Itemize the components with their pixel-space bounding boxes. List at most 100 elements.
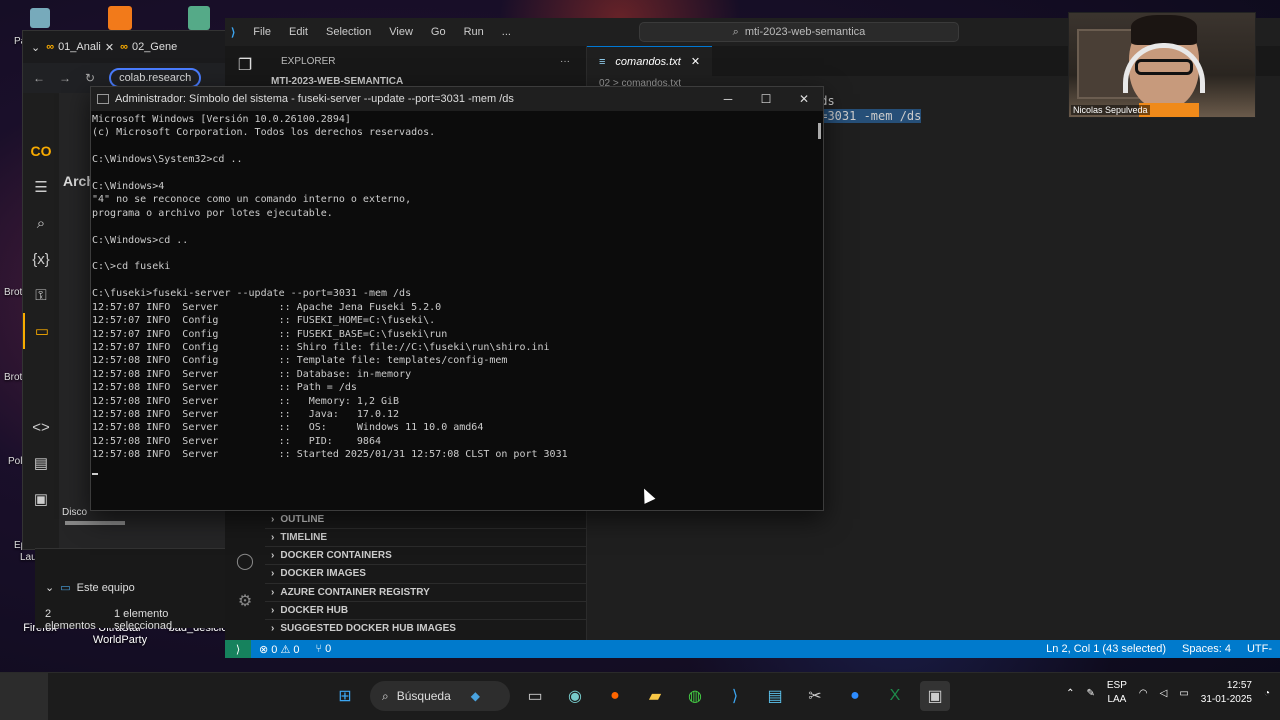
person-hair xyxy=(1131,15,1197,45)
terminal-panel-icon[interactable]: ▤ xyxy=(23,445,59,481)
disk-label: Disco xyxy=(62,507,88,518)
colab-icon: ∞ xyxy=(120,41,128,53)
terminal-output[interactable]: Microsoft Windows [Versión 10.0.26100.28… xyxy=(91,111,811,510)
indentation[interactable]: Spaces: 4 xyxy=(1174,643,1239,655)
more-actions-icon[interactable]: ··· xyxy=(560,56,570,67)
close-button[interactable]: ✕ xyxy=(785,87,823,111)
section-timeline[interactable]: › TIMELINE xyxy=(265,528,587,546)
section-docker-hub[interactable]: › DOCKER HUB xyxy=(265,601,587,619)
copilot-icon[interactable]: ◉ xyxy=(560,681,590,711)
vscode-icon[interactable]: ⟩ xyxy=(720,681,750,711)
chevron-right-icon: › xyxy=(271,568,275,579)
section-azure-registry[interactable]: › AZURE CONTAINER REGISTRY xyxy=(265,583,587,601)
command-center[interactable]: ⌕ mti-2023-web-semantica xyxy=(638,22,959,42)
file-explorer-icon[interactable]: ▰ xyxy=(640,681,670,711)
excel-icon[interactable]: X xyxy=(880,681,910,711)
menu-go[interactable]: Go xyxy=(431,26,446,38)
status-bar: ⟩ ⊗ 0 ⚠ 0 ⑂ 0 Ln 2, Col 1 (43 selected) … xyxy=(225,640,1280,658)
taskbar: ⊞ ⌕ Búsqueda ◆ ▭ ◉ ● ▰ ◍ ⟩ ▤ ✂ ● X ▣ ⌃ ✎… xyxy=(0,672,1280,720)
colab-logo: CO xyxy=(30,143,52,159)
reload-icon[interactable]: ↻ xyxy=(85,71,95,85)
language-indicator[interactable]: ESP LAA xyxy=(1107,679,1127,707)
zoom-icon[interactable]: ● xyxy=(840,681,870,711)
terminal-icon[interactable]: ▣ xyxy=(920,681,950,711)
app-icon[interactable] xyxy=(108,6,132,30)
chevron-right-icon: › xyxy=(271,514,275,525)
close-icon[interactable]: ✕ xyxy=(105,41,114,54)
browser-tab[interactable]: ∞ 02_Gene xyxy=(120,41,177,53)
code-lines[interactable]: /ds t=3031 -mem /ds xyxy=(813,94,922,124)
chevron-down-icon[interactable]: ⌄ xyxy=(31,41,40,54)
chevron-up-icon[interactable]: ⌃ xyxy=(1066,688,1074,699)
task-view-icon[interactable]: ▭ xyxy=(520,681,550,711)
explorer-icon[interactable]: ❐ xyxy=(225,46,265,84)
recycle-bin-icon[interactable] xyxy=(30,8,50,28)
terminal-line: 12:57:08 INFO Server :: Path = /ds xyxy=(92,382,357,394)
firefox-icon[interactable]: ● xyxy=(600,681,630,711)
section-suggested-images[interactable]: › SUGGESTED DOCKER HUB IMAGES xyxy=(265,619,587,637)
widgets-button[interactable] xyxy=(0,672,48,720)
webcam-overlay: Nicolas Sepulveda xyxy=(1068,12,1256,118)
chrome-icon[interactable]: ◍ xyxy=(680,681,710,711)
start-button[interactable]: ⊞ xyxy=(330,681,360,711)
notepad-icon[interactable]: ▤ xyxy=(760,681,790,711)
search-box[interactable]: ⌕ Búsqueda ◆ xyxy=(370,681,510,711)
section-outline[interactable]: › OUTLINE xyxy=(265,510,587,528)
address-bar[interactable]: colab.research xyxy=(109,68,202,88)
menu-edit[interactable]: Edit xyxy=(289,26,308,38)
colab-icon: ∞ xyxy=(46,41,55,53)
scrollbar-thumb[interactable] xyxy=(818,123,821,139)
account-icon[interactable]: ◯ xyxy=(225,542,265,580)
terminal-icon xyxy=(97,94,109,104)
key-icon[interactable]: ⚿ xyxy=(23,277,59,313)
gear-icon[interactable]: ⚙ xyxy=(225,582,265,620)
forward-icon[interactable]: → xyxy=(59,71,71,85)
section-docker-images[interactable]: › DOCKER IMAGES xyxy=(265,564,587,582)
explorer-status-bar: 2 elementos 1 elemento seleccionad xyxy=(35,604,230,636)
tab-comandos[interactable]: ≡ comandos.txt ✕ xyxy=(587,46,713,76)
folder-icon[interactable]: ▭ xyxy=(23,313,59,349)
variables-icon[interactable]: {x} xyxy=(23,241,59,277)
browser-tab[interactable]: ∞ 01_Anali ✕ xyxy=(46,41,114,54)
maximize-button[interactable]: ☐ xyxy=(747,87,785,111)
terminal-line: Microsoft Windows [Versión 10.0.26100.28… xyxy=(92,114,351,125)
back-icon[interactable]: ← xyxy=(33,71,45,85)
clock[interactable]: 12:57 31-01-2025 xyxy=(1201,679,1252,707)
computer-icon: ▭ xyxy=(60,582,71,594)
search-highlight-icon: ◆ xyxy=(470,689,481,703)
menu-icon[interactable]: ☰ xyxy=(23,169,59,205)
volume-icon[interactable]: ◁ xyxy=(1160,688,1168,699)
terminal-line: 12:57:07 INFO Config :: FUSEKI_HOME=C:\f… xyxy=(92,315,436,327)
app-icon[interactable] xyxy=(188,6,210,30)
menu-run[interactable]: Run xyxy=(464,26,484,38)
encoding[interactable]: UTF- xyxy=(1239,643,1280,655)
code-icon[interactable]: <> xyxy=(23,409,59,445)
system-tray: ⌃ ✎ ESP LAA ◠ ◁ ▭ 12:57 31-01-2025 ◔ xyxy=(1066,679,1270,707)
chevron-down-icon[interactable]: ⌄ xyxy=(45,581,54,594)
wifi-icon[interactable]: ◠ xyxy=(1139,688,1148,699)
minimize-button[interactable]: ─ xyxy=(709,87,747,111)
snipping-tool-icon[interactable]: ✂ xyxy=(800,681,830,711)
vscode-logo-icon: ⟩ xyxy=(231,26,236,39)
tree-item-este-equipo[interactable]: ⌄ ▭ Este equipo xyxy=(35,577,230,598)
remote-icon[interactable]: ⟩ xyxy=(225,640,251,658)
menu-selection[interactable]: Selection xyxy=(326,26,371,38)
tab-label: 02_Gene xyxy=(131,41,178,53)
battery-icon[interactable]: ▭ xyxy=(1179,688,1188,699)
ports-indicator[interactable]: ⑂ 0 xyxy=(307,643,339,655)
desktop-label: Brot xyxy=(4,287,23,298)
menu-view[interactable]: View xyxy=(389,26,413,38)
terminal-icon[interactable]: ▣ xyxy=(23,481,59,517)
close-icon[interactable]: ✕ xyxy=(691,55,700,68)
search-icon[interactable]: ⌕ xyxy=(23,205,59,241)
cursor-position[interactable]: Ln 2, Col 1 (43 selected) xyxy=(1038,643,1174,655)
menu-more[interactable]: ... xyxy=(502,26,511,38)
pen-icon[interactable]: ✎ xyxy=(1087,688,1095,699)
section-docker-containers[interactable]: › DOCKER CONTAINERS xyxy=(265,546,587,564)
problems-indicator[interactable]: ⊗ 0 ⚠ 0 xyxy=(251,643,307,656)
notifications-icon[interactable]: ◔ xyxy=(1264,688,1270,699)
menu-file[interactable]: File xyxy=(253,26,271,38)
